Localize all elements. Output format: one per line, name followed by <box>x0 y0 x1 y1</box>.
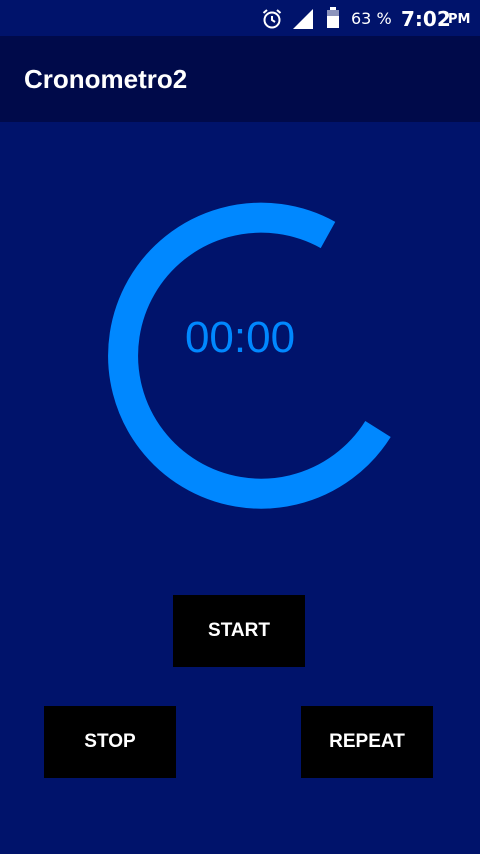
battery-icon <box>327 7 339 28</box>
repeat-button[interactable]: REPEAT <box>301 706 433 778</box>
battery-percent: 63 % <box>351 9 392 28</box>
signal-icon <box>293 9 313 29</box>
timer-display: 00:00 <box>184 313 296 362</box>
clock-time: 7:02 <box>401 7 451 31</box>
status-bar: 63 % 7:02 PM <box>0 0 480 36</box>
app-title: Cronometro2 <box>24 64 188 94</box>
stop-button[interactable]: STOP <box>44 706 176 778</box>
clock-ampm: PM <box>448 12 471 27</box>
alarm-icon <box>262 9 282 29</box>
start-button[interactable]: START <box>173 595 305 667</box>
